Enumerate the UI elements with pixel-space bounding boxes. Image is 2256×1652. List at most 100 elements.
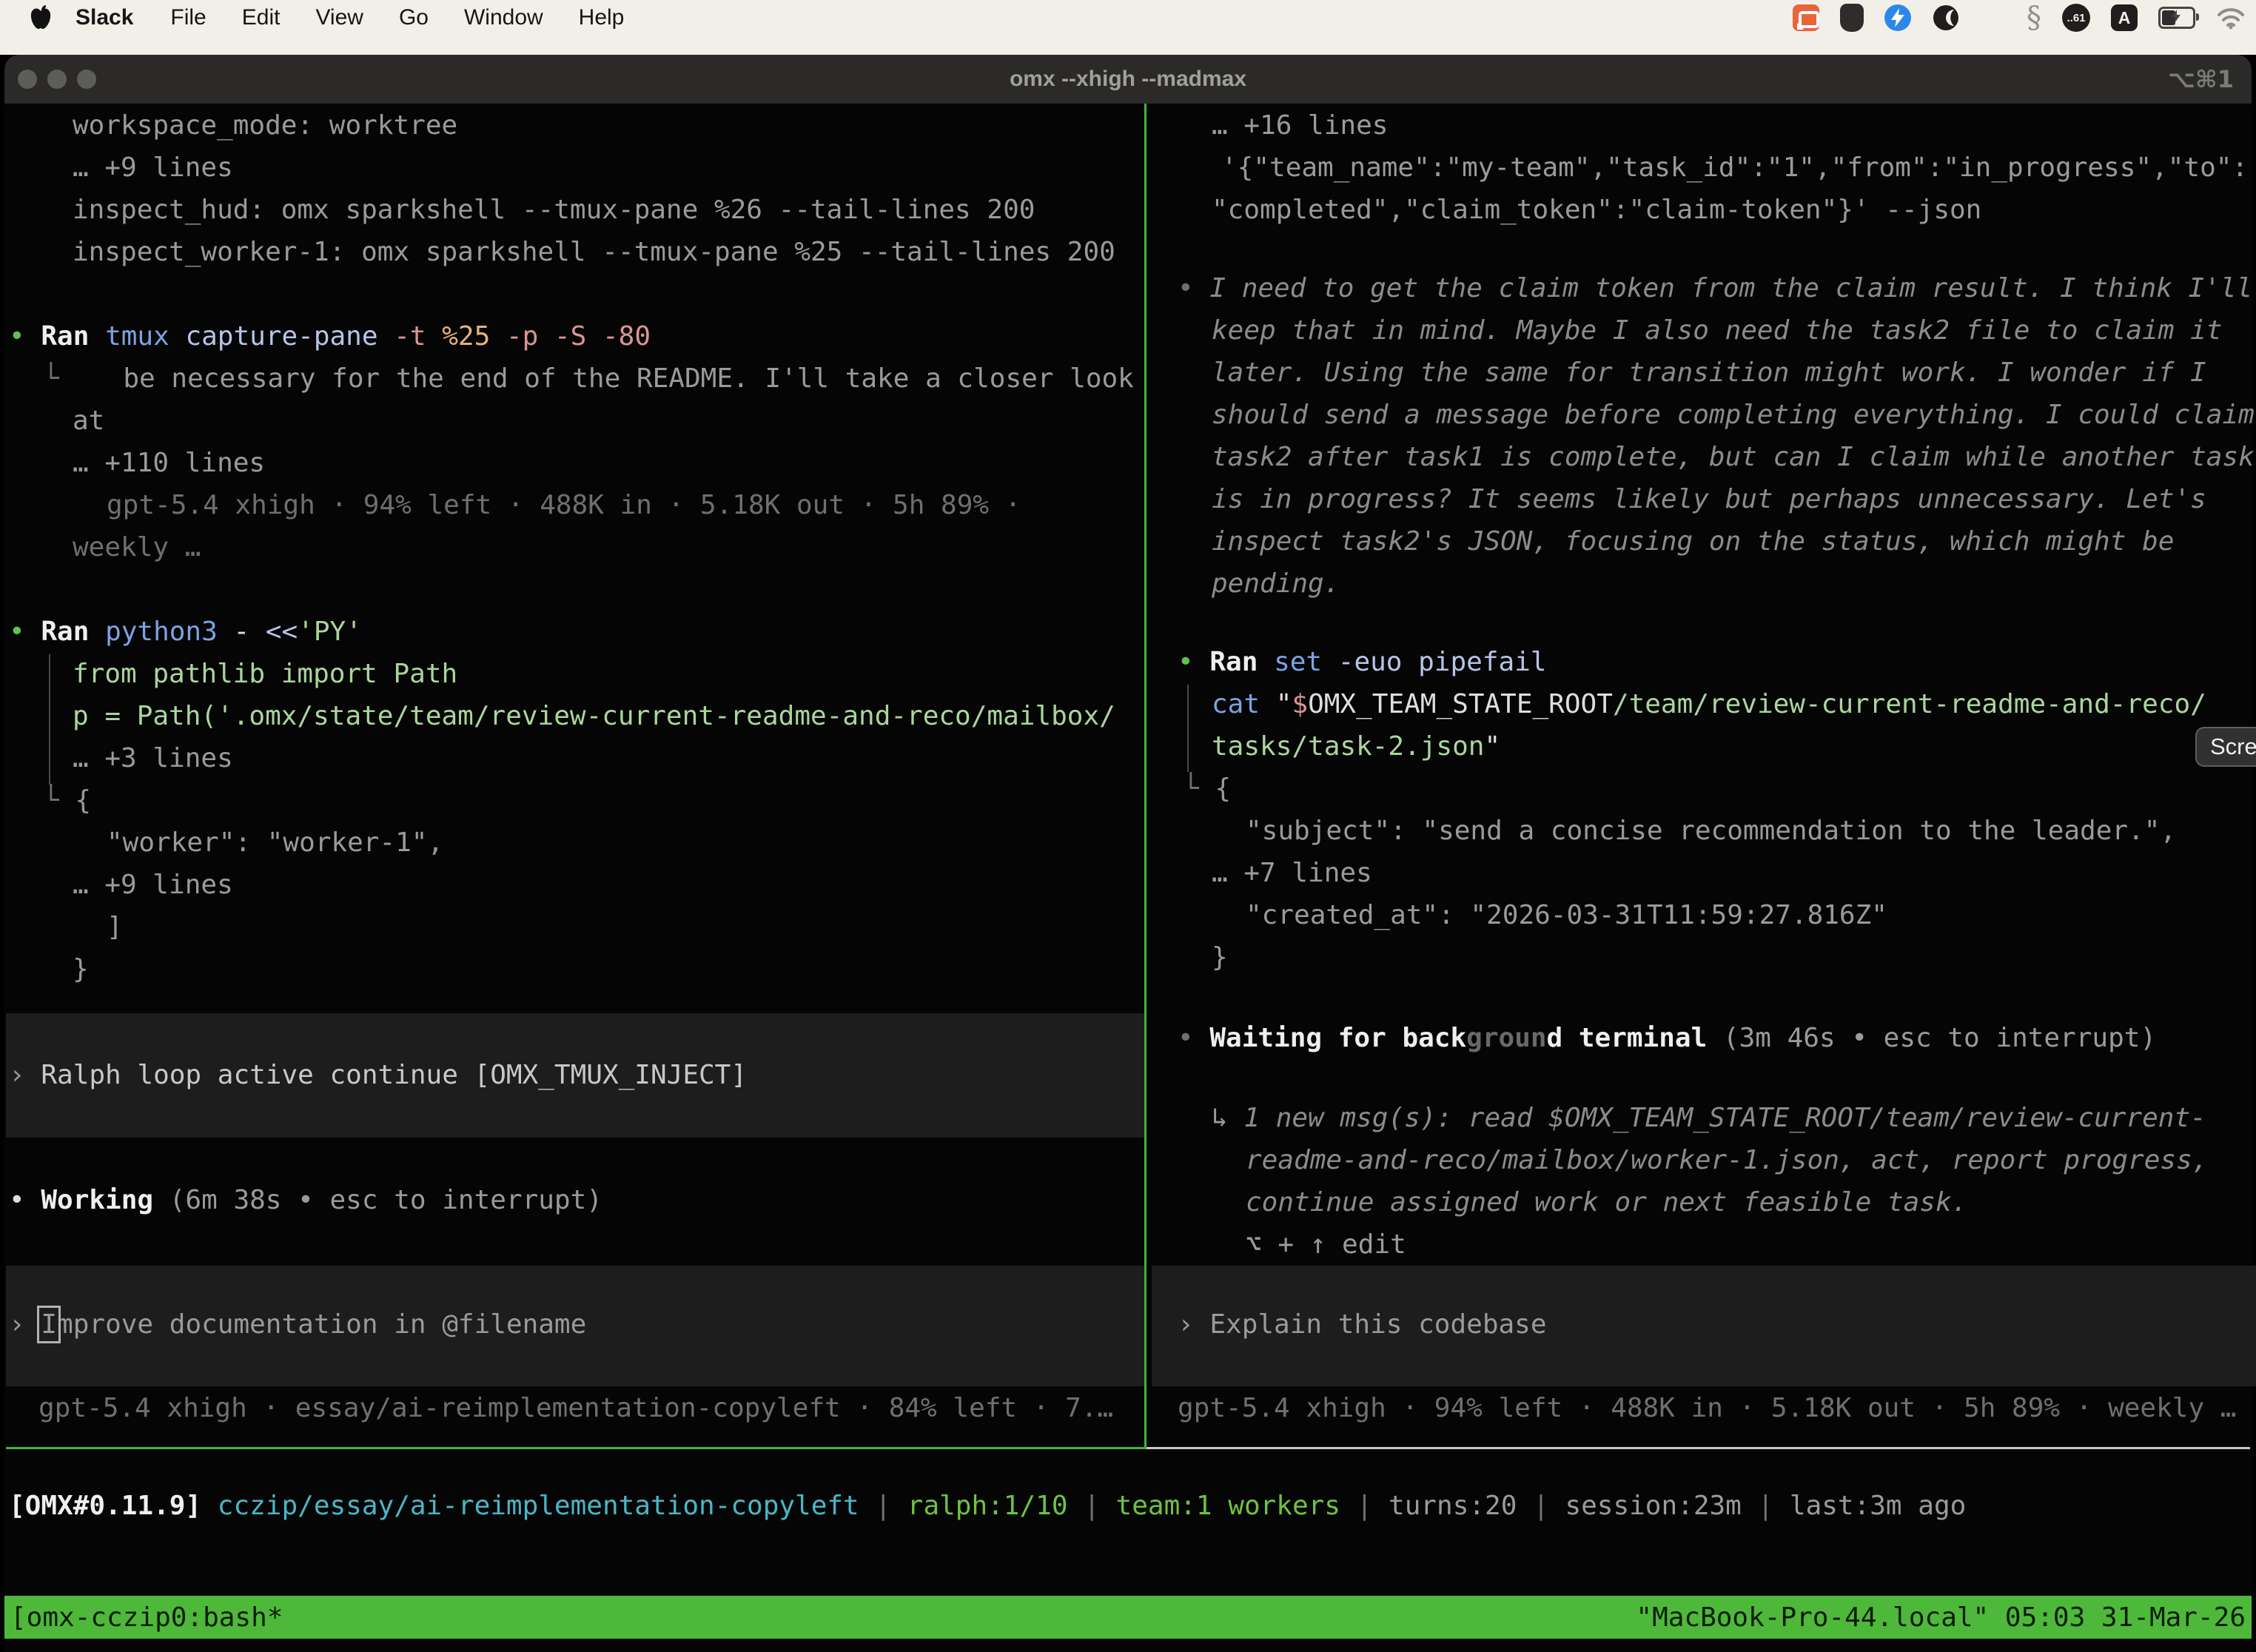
text-segment: -euo pipefail [1338, 647, 1547, 677]
terminal-line-right: } [1212, 939, 1228, 977]
terminal-line-left: weekly … [73, 528, 201, 567]
text-segment: '{"team_name":"my-team","task_id":"1","f… [1221, 152, 2248, 183]
text-segment: … +7 lines [1212, 858, 1372, 888]
pane-status-right: gpt-5.4 xhigh · 94% left · 488K in · 5.1… [1178, 1389, 2236, 1428]
pane-divider-vertical [1144, 104, 1147, 1449]
text-segment: 'PY' [298, 617, 362, 647]
text-segment: team:1 workers [1116, 1491, 1340, 1521]
text-segment: python3 [105, 617, 233, 647]
terminal-line-left: from pathlib import Path [73, 655, 457, 694]
terminal-line-right: '{"team_name":"my-team","task_id":"1","f… [1221, 149, 2248, 187]
screen-overlay-button[interactable]: Scre [2195, 727, 2256, 767]
text-segment: • [1178, 647, 1209, 677]
text-segment: | [1517, 1491, 1565, 1521]
text-segment: tmux [105, 321, 185, 352]
waiting-status-line: • Waiting for background terminal (3m 46… [1178, 1019, 2156, 1058]
text-segment: Working [41, 1185, 169, 1215]
text-segment: … +9 lines [73, 152, 233, 183]
text-segment: 1 new msg(s): read $OMX_TEAM_STATE_ROOT/… [1243, 1103, 2206, 1133]
terminal-content: workspace_mode: worktree … +9 lines inspec… [0, 0, 2256, 1652]
text-segment: gpt-5.4 xhigh · 94% left · 488K in · 5.1… [107, 490, 1021, 520]
text-segment: └ [1183, 773, 1215, 804]
text-segment: readme-and-reco/mailbox/worker-1.json, a… [1246, 1145, 2208, 1175]
pane-status-left: gpt-5.4 xhigh · essay/ai-reimplementatio… [38, 1389, 1113, 1428]
terminal-line-right: continue assigned work or next feasible … [1246, 1183, 1967, 1222]
text-segment: | [1068, 1491, 1116, 1521]
text-segment: (6m 38s • esc to interrupt) [169, 1185, 602, 1215]
text-segment: task2 after task1 is complete, but can I… [1212, 442, 2255, 472]
terminal-line-left: workspace_mode: worktree [73, 107, 457, 145]
text-segment: workspace_mode: worktree [73, 110, 457, 141]
terminal-line-left: … +9 lines [73, 149, 233, 187]
pane-border-bottom-right [1147, 1447, 2250, 1449]
tmux-status-bar: [omx-cczip0:bash* "MacBook-Pro-44.local"… [4, 1596, 2252, 1639]
tmux-host-clock: "MacBook-Pro-44.local" 05:03 31-Mar-26 [1636, 1602, 2246, 1633]
text-segment: ↳ [1212, 1103, 1243, 1133]
text-segment: { [75, 785, 91, 816]
text-segment: (3m 46s • esc to interrupt) [1723, 1023, 2156, 1053]
ran-command-tmux-capture: • Ran tmux capture-pane -t %25 -p -S -80 [9, 318, 651, 356]
terminal-line-right: tasks/task-2.json" [1212, 728, 1500, 766]
text-segment: Explain this codebase [1209, 1309, 1546, 1340]
text-segment: set [1274, 647, 1338, 677]
text-segment: } [73, 954, 89, 984]
text-segment: pending. [1212, 568, 1340, 599]
text-segment: └ [43, 785, 75, 816]
terminal-line-right: readme-and-reco/mailbox/worker-1.json, a… [1246, 1141, 2208, 1180]
terminal-line-left: gpt-5.4 xhigh · 94% left · 488K in · 5.1… [107, 486, 1021, 525]
text-segment: • [9, 321, 41, 352]
terminal-line-right: "subject": "send a concise recommendatio… [1246, 812, 2176, 850]
tmux-session-window[interactable]: [omx-cczip0:bash* [10, 1602, 283, 1633]
text-segment: • [1178, 1023, 1209, 1053]
text-segment: " [1484, 731, 1500, 762]
text-segment: ⌥ + ↑ edit [1246, 1229, 1406, 1260]
terminal-line-right: "created_at": "2026-03-31T11:59:27.816Z" [1246, 896, 1887, 935]
prompt-input-left: › Improve documentation in @filename [9, 1306, 586, 1344]
text-segment: ] [107, 912, 123, 942]
text-segment: later. Using the same for transition mig… [1212, 357, 2206, 388]
text-segment: Ran [41, 617, 105, 647]
text-segment: capture-pane [185, 321, 394, 352]
terminal-line-right: └ { [1183, 770, 1231, 808]
terminal-line-left: } [73, 950, 89, 989]
terminal-line-left: … +110 lines [73, 444, 265, 483]
text-segment: … +3 lines [73, 743, 233, 773]
ran-command-python3: • Ran python3 - <<'PY' [9, 613, 362, 651]
text-segment: p = Path('.omx/state/team/review-current… [73, 701, 1115, 731]
text-segment: [OMX#0.11.9] [9, 1491, 201, 1521]
terminal-line-right: ↳ 1 new msg(s): read $OMX_TEAM_STATE_ROO… [1212, 1099, 2206, 1138]
text-segment: %25 [442, 321, 506, 352]
terminal-line-right: … +16 lines [1212, 107, 1388, 145]
text-segment: { [1215, 773, 1231, 804]
text-segment: … +16 lines [1212, 110, 1388, 141]
text-segment: └ [43, 363, 59, 394]
terminal-line-right: ⌥ + ↑ edit [1246, 1226, 1406, 1264]
tool-call-gutter-right [1187, 685, 1189, 772]
text-cursor: I [41, 1309, 57, 1340]
terminal-line-left: inspect_worker-1: omx sparkshell --tmux-… [73, 233, 1115, 272]
text-segment: Ran [41, 321, 105, 352]
working-status-line: • Working (6m 38s • esc to interrupt) [9, 1181, 602, 1220]
text-segment: "created_at": "2026-03-31T11:59:27.816Z" [1246, 900, 1887, 930]
text-segment: be necessary for the end of the README. … [59, 363, 1134, 394]
terminal-line-right: pending. [1212, 565, 1340, 603]
text-segment: Waiting for back [1209, 1023, 1466, 1053]
text-segment: last:3m ago [1790, 1491, 1966, 1521]
text-segment: weekly … [73, 532, 201, 563]
text-segment: $ [1292, 689, 1308, 719]
text-segment: " [1276, 689, 1292, 719]
text-segment: keep that in mind. Maybe I also need the… [1212, 315, 2222, 346]
text-segment: › [1178, 1309, 1209, 1340]
text-segment: cat [1212, 689, 1276, 719]
text-segment: inspect_worker-1: omx sparkshell --tmux-… [73, 237, 1115, 267]
text-segment: session:23m [1565, 1491, 1741, 1521]
thinking-text: • I need to get the claim token from the… [1178, 269, 2252, 308]
text-segment: tasks/task-2.json [1212, 731, 1484, 762]
text-segment: at [73, 406, 104, 436]
text-segment: gpt-5.4 xhigh · 94% left · 488K in · 5.1… [1178, 1393, 2236, 1423]
text-segment: … +9 lines [73, 870, 233, 900]
text-segment [201, 1491, 218, 1521]
text-segment: cczip/essay/ai-reimplementation-copyleft [218, 1491, 859, 1521]
text-segment: << [266, 617, 298, 647]
text-segment: -p -S -80 [506, 321, 651, 352]
